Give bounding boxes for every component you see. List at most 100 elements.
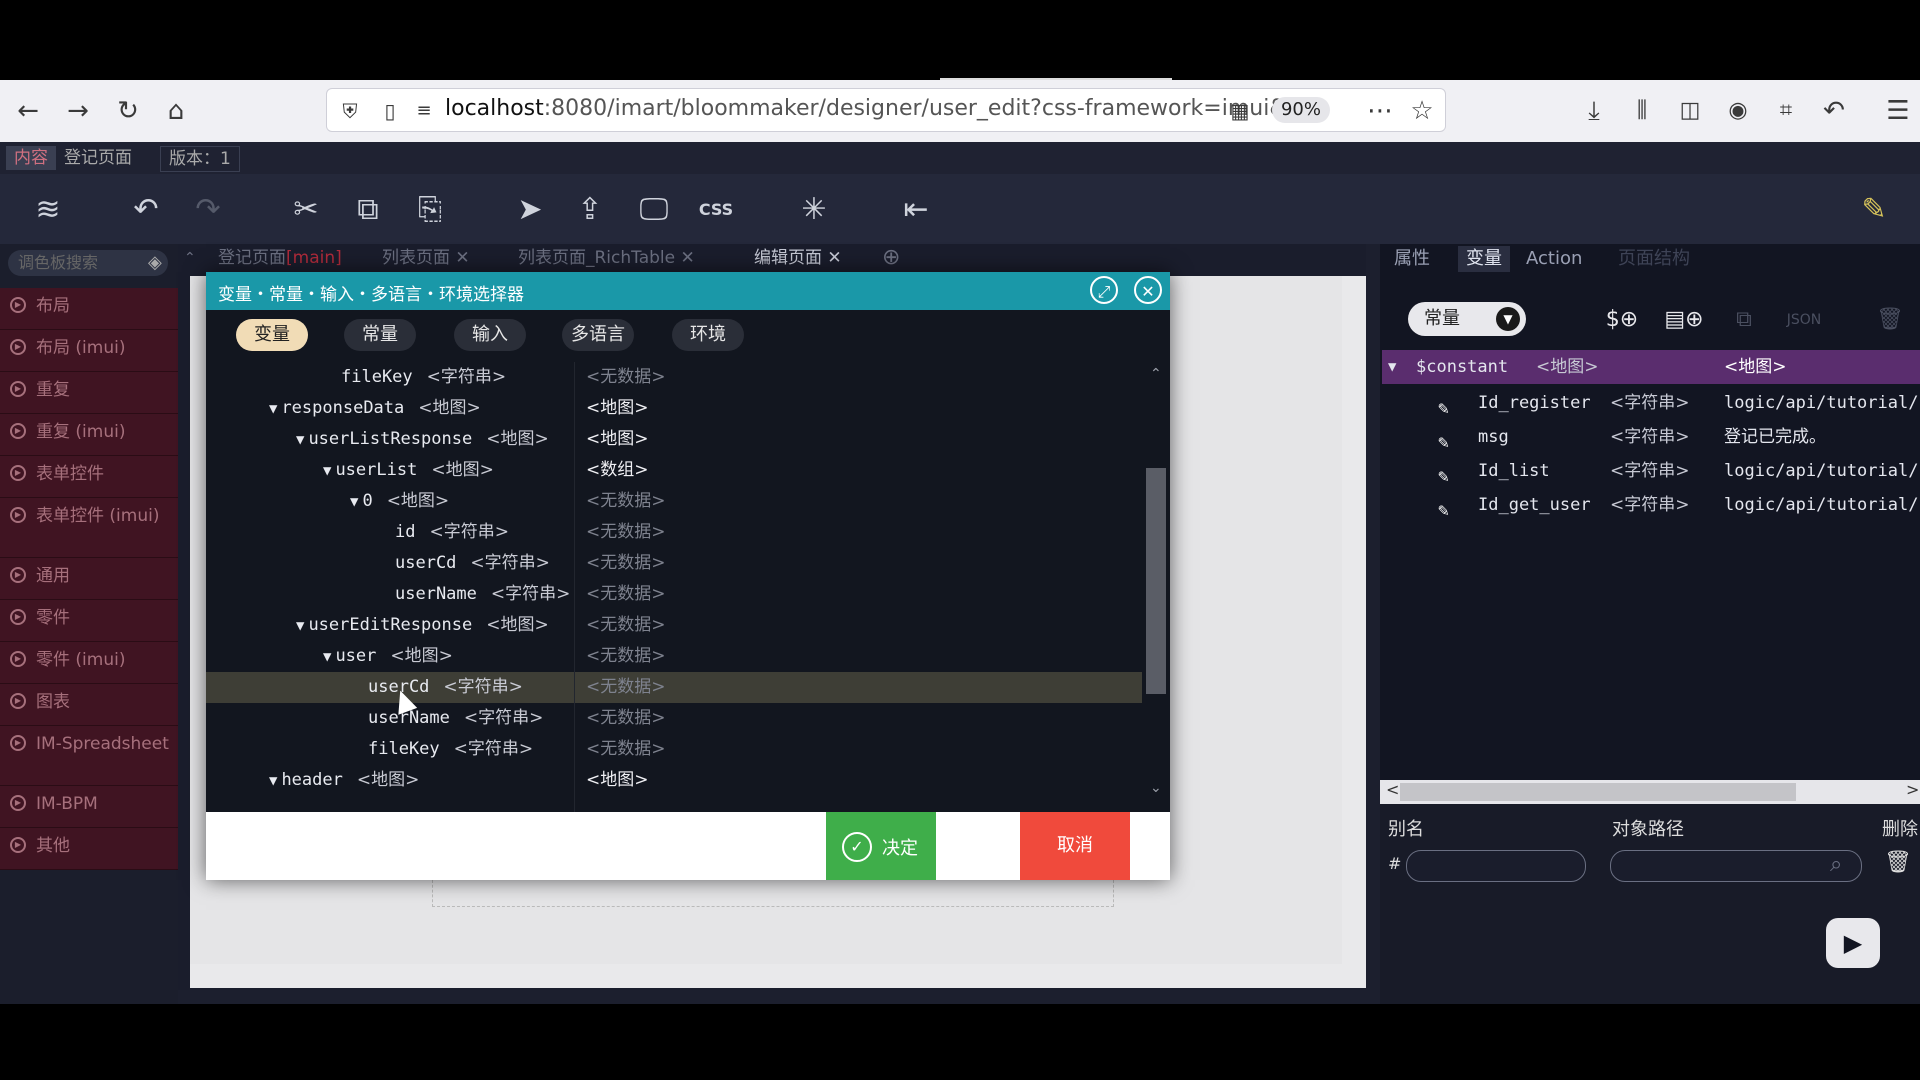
tab-action[interactable]: Action [1526, 246, 1582, 272]
tab-multilingual[interactable]: 多语言 [562, 319, 634, 351]
canvas-horizontal-scrollbar[interactable] [190, 964, 1366, 988]
menu-icon[interactable]: ☰ [1882, 95, 1914, 127]
expand-triangle-icon[interactable]: ▼ [350, 494, 358, 510]
palette-item[interactable]: ▶ 图表 [0, 684, 178, 726]
palette-item[interactable]: ▶ 表单控件 [0, 456, 178, 498]
scroll-up-icon[interactable]: ⌃ [1150, 366, 1162, 382]
download-icon[interactable]: ⤓ [1578, 95, 1610, 127]
tab-constants[interactable]: 常量 [344, 319, 416, 351]
palette-item[interactable]: ▶ 通用 [0, 558, 178, 600]
pencil-icon[interactable]: ✎ [1438, 494, 1449, 528]
tree-row[interactable]: fileKey <字符串> <无数据> [206, 734, 1142, 765]
tree-row[interactable]: ▼ userEditResponse <地图> <无数据> [206, 610, 1142, 641]
tree-row[interactable]: ▼ 0 <地图> <无数据> [206, 486, 1142, 517]
video-play-icon[interactable]: ▶ [1826, 918, 1880, 968]
undo-history-icon[interactable]: ↶ [1818, 95, 1850, 127]
copy-constant-icon[interactable]: ⧉ [1722, 300, 1766, 340]
tab-list-page-richtable[interactable]: 列表页面_RichTable ✕ [518, 246, 695, 270]
permissions-icon[interactable]: ≡ [408, 95, 440, 127]
sparkle-icon[interactable]: ✳ [792, 188, 836, 232]
add-tab-icon[interactable]: ⊕ [882, 246, 900, 270]
close-icon[interactable]: ✕ [1134, 276, 1162, 304]
delete-icon[interactable]: 🗑 [1868, 300, 1912, 340]
move-icon[interactable]: ⇪ [568, 188, 612, 232]
tree-row[interactable]: ▼ userList <地图> <数组> [206, 455, 1142, 486]
clear-search-icon[interactable]: ◈ [148, 252, 162, 273]
tab-page-structure[interactable]: 页面结构 [1618, 246, 1690, 272]
paste-icon[interactable]: ⎘ [408, 188, 452, 232]
expand-triangle-icon[interactable]: ▼ [296, 432, 304, 448]
expand-triangle-icon[interactable]: ▼ [269, 773, 277, 789]
tree-row[interactable]: userName <字符串> <无数据> [206, 703, 1142, 734]
account-icon[interactable]: ◉ [1722, 95, 1754, 127]
tab-variables-dialog[interactable]: 变量 [236, 319, 308, 351]
ok-button[interactable]: ✓ 决定 [826, 812, 936, 880]
back-arrow-icon[interactable]: ← [12, 95, 44, 127]
preview-monitor-icon[interactable]: 🖵 [632, 188, 676, 232]
cancel-button[interactable]: 取消 [1020, 812, 1130, 880]
expand-dialog-icon[interactable]: ⤢ [1090, 276, 1118, 304]
more-icon[interactable]: ⋯ [1364, 95, 1396, 127]
tree-row[interactable]: fileKey <字符串> <无数据> [206, 362, 1142, 393]
palette-item[interactable]: ▶ IM-Spreadsheet [0, 726, 178, 786]
palette-item[interactable]: ▶ 零件 [0, 600, 178, 642]
alias-input[interactable] [1406, 850, 1586, 882]
tree-row[interactable]: userCd <字符串> <无数据> [206, 672, 1142, 703]
tree-row[interactable]: ▼ responseData <地图> <地图> [206, 393, 1142, 424]
palette-search-input[interactable]: 调色板搜索 [8, 250, 168, 276]
expand-triangle-icon[interactable]: ▼ [296, 618, 304, 634]
shield-icon[interactable]: ⛨ [334, 95, 366, 127]
tab-variables[interactable]: 变量 [1458, 246, 1510, 272]
tree-row[interactable]: userCd <字符串> <无数据> [206, 548, 1142, 579]
palette-item[interactable]: ▶ 表单控件 (imui) [0, 498, 178, 558]
zoom-level[interactable]: 90% [1272, 97, 1330, 123]
tree-row[interactable]: userName <字符串> <无数据> [206, 579, 1142, 610]
constant-row[interactable]: ✎ Id_register <字符串> logic/api/tutorial/1 [1382, 386, 1920, 420]
palette-item[interactable]: ▶ 重复 [0, 372, 178, 414]
palette-item[interactable]: ▶ 重复 (imui) [0, 414, 178, 456]
palette-item[interactable]: ▶ 零件 (imui) [0, 642, 178, 684]
tree-row[interactable]: ▼ user <地图> <无数据> [206, 641, 1142, 672]
expand-triangle-icon[interactable]: ▼ [323, 463, 331, 479]
tab-list-page[interactable]: 列表页面 ✕ [382, 246, 470, 270]
library-icon[interactable]: ⫼ [1626, 95, 1658, 127]
css-icon[interactable]: CSS [694, 188, 738, 232]
constant-row[interactable]: ✎ Id_list <字符串> logic/api/tutorial/1 [1382, 454, 1920, 488]
qr-code-icon[interactable]: ▦ [1224, 95, 1256, 127]
tree-scroll-thumb[interactable] [1146, 468, 1166, 694]
expand-triangle-icon[interactable]: ▼ [1388, 350, 1396, 384]
variable-type-select[interactable]: 常量 ▼ [1408, 302, 1526, 336]
bookmark-star-icon[interactable]: ☆ [1406, 95, 1438, 127]
search-icon[interactable]: ⌕ [1830, 852, 1842, 877]
cut-icon[interactable]: ✂ [284, 188, 328, 232]
expand-triangle-icon[interactable]: ▼ [269, 401, 277, 417]
expand-triangle-icon[interactable]: ▼ [323, 649, 331, 665]
panel-scroll-thumb[interactable] [1400, 783, 1796, 801]
object-path-input[interactable] [1610, 850, 1862, 882]
reload-icon[interactable]: ↻ [112, 95, 144, 127]
canvas-vertical-scrollbar[interactable] [1342, 276, 1366, 970]
select-pointer-icon[interactable]: ➤ [508, 188, 552, 232]
palette-item[interactable]: ▶ 布局 (imui) [0, 330, 178, 372]
crop-icon[interactable]: ⌗ [1770, 95, 1802, 127]
palette-item[interactable]: ▶ 其他 [0, 828, 178, 870]
tab-properties[interactable]: 属性 [1394, 246, 1430, 272]
tab-input[interactable]: 输入 [454, 319, 526, 351]
redo-icon[interactable]: ↷ [186, 188, 230, 232]
delete-row-icon[interactable]: 🗑 [1884, 850, 1912, 875]
tree-row[interactable]: ▼ header <地图> <地图> [206, 765, 1142, 796]
copy-icon[interactable]: ⧉ [346, 188, 390, 232]
tree-row[interactable]: ▼ userListResponse <地图> <地图> [206, 424, 1142, 455]
palette-item[interactable]: ▶ IM-BPM [0, 786, 178, 828]
scroll-left-icon[interactable]: < [1386, 780, 1399, 799]
palette-item[interactable]: ▶ 布局 [0, 288, 178, 330]
palette-icon[interactable]: ≋ [26, 188, 70, 232]
tab-environment[interactable]: 环境 [672, 319, 744, 351]
constant-row[interactable]: ✎ msg <字符串> 登记已完成。 [1382, 420, 1920, 454]
edit-pencil-icon[interactable]: ✎ [1852, 188, 1896, 232]
exit-icon[interactable]: ⇤ [894, 188, 938, 232]
add-constant-icon[interactable]: $⊕ [1600, 300, 1644, 340]
collapse-up-icon[interactable]: ⌃ [184, 250, 196, 266]
add-item-icon[interactable]: ▤⊕ [1662, 300, 1706, 340]
tab-register-page[interactable]: 登记页面[main] [218, 246, 342, 270]
